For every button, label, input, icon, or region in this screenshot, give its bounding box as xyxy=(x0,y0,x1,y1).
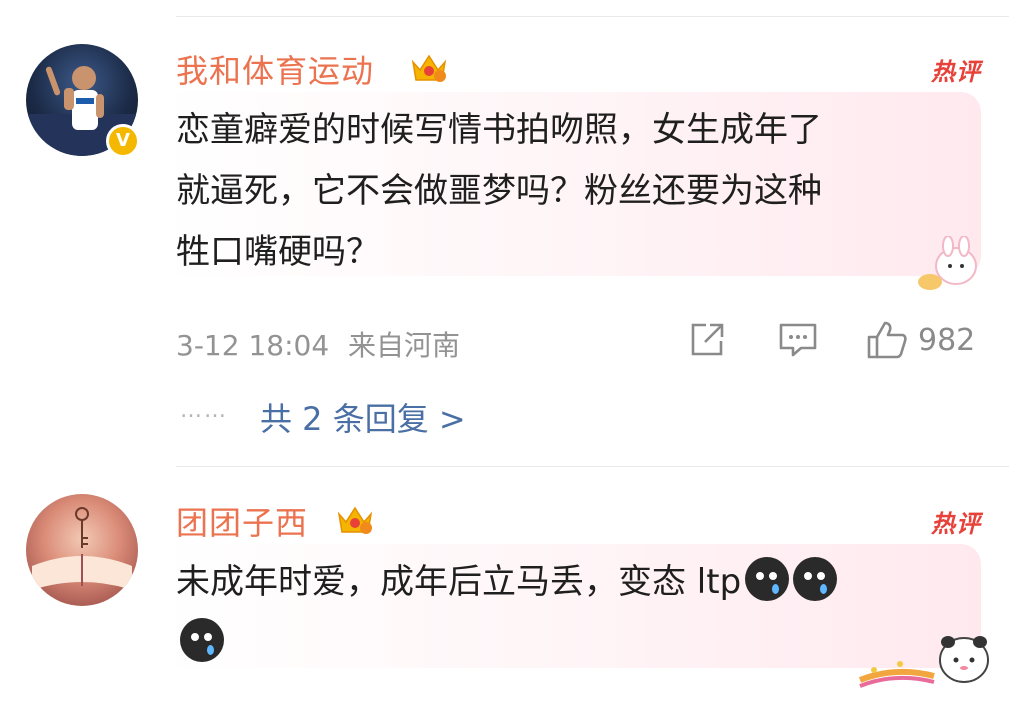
crown-level-icon xyxy=(337,506,373,534)
comment-line: 未成年时爱，成年后立马丢，变态 ltp xyxy=(176,552,838,613)
panda-sticker-icon xyxy=(858,636,989,688)
share-button[interactable] xyxy=(688,320,726,360)
timestamp: 3-12 18:04 xyxy=(176,329,330,362)
comment-line: 就逼死，它不会做噩梦吗？粉丝还要为这种 xyxy=(176,171,822,211)
location: 来自河南 xyxy=(348,329,461,362)
comment-line: 恋童癖爱的时候写情书拍吻照，女生成年了 xyxy=(176,110,822,150)
view-replies-link[interactable]: 共 2 条回复 > xyxy=(260,394,466,440)
thumbs-up-icon xyxy=(867,321,907,359)
comment-divider xyxy=(176,466,1009,467)
bunny-sticker-icon xyxy=(918,236,977,290)
like-button[interactable]: 982 xyxy=(866,320,975,360)
hot-comment-badge: 热评 xyxy=(931,510,981,538)
comment-line-text: 未成年时爱，成年后立马丢，变态 ltp xyxy=(176,562,742,602)
username[interactable]: 团团子西 xyxy=(176,498,308,544)
comment-text: 未成年时爱，成年后立马丢，变态 ltp xyxy=(176,552,838,674)
crying-emoji-icon xyxy=(180,618,224,662)
top-divider xyxy=(176,16,1009,17)
more-dots: …… xyxy=(180,398,228,423)
comment-line: 牲口嘴硬吗？ xyxy=(176,232,380,272)
share-icon xyxy=(691,323,724,356)
comment-text: 恋童癖爱的时候写情书拍吻照，女生成年了 就逼死，它不会做噩梦吗？粉丝还要为这种 … xyxy=(176,100,822,283)
username[interactable]: 我和体育运动 xyxy=(176,46,374,92)
comment-meta: 3-12 18:04 来自河南 xyxy=(176,324,460,364)
crown-level-icon xyxy=(411,54,447,82)
hot-comment-badge: 热评 xyxy=(931,58,981,86)
comment-button[interactable] xyxy=(778,320,818,360)
crying-emoji-icon xyxy=(793,557,838,601)
comment-line xyxy=(176,613,837,674)
comment-icon xyxy=(779,323,817,357)
crying-emoji-icon xyxy=(745,557,790,601)
avatar[interactable] xyxy=(26,494,138,606)
like-count: 982 xyxy=(918,322,976,358)
verified-icon: V xyxy=(106,124,140,158)
